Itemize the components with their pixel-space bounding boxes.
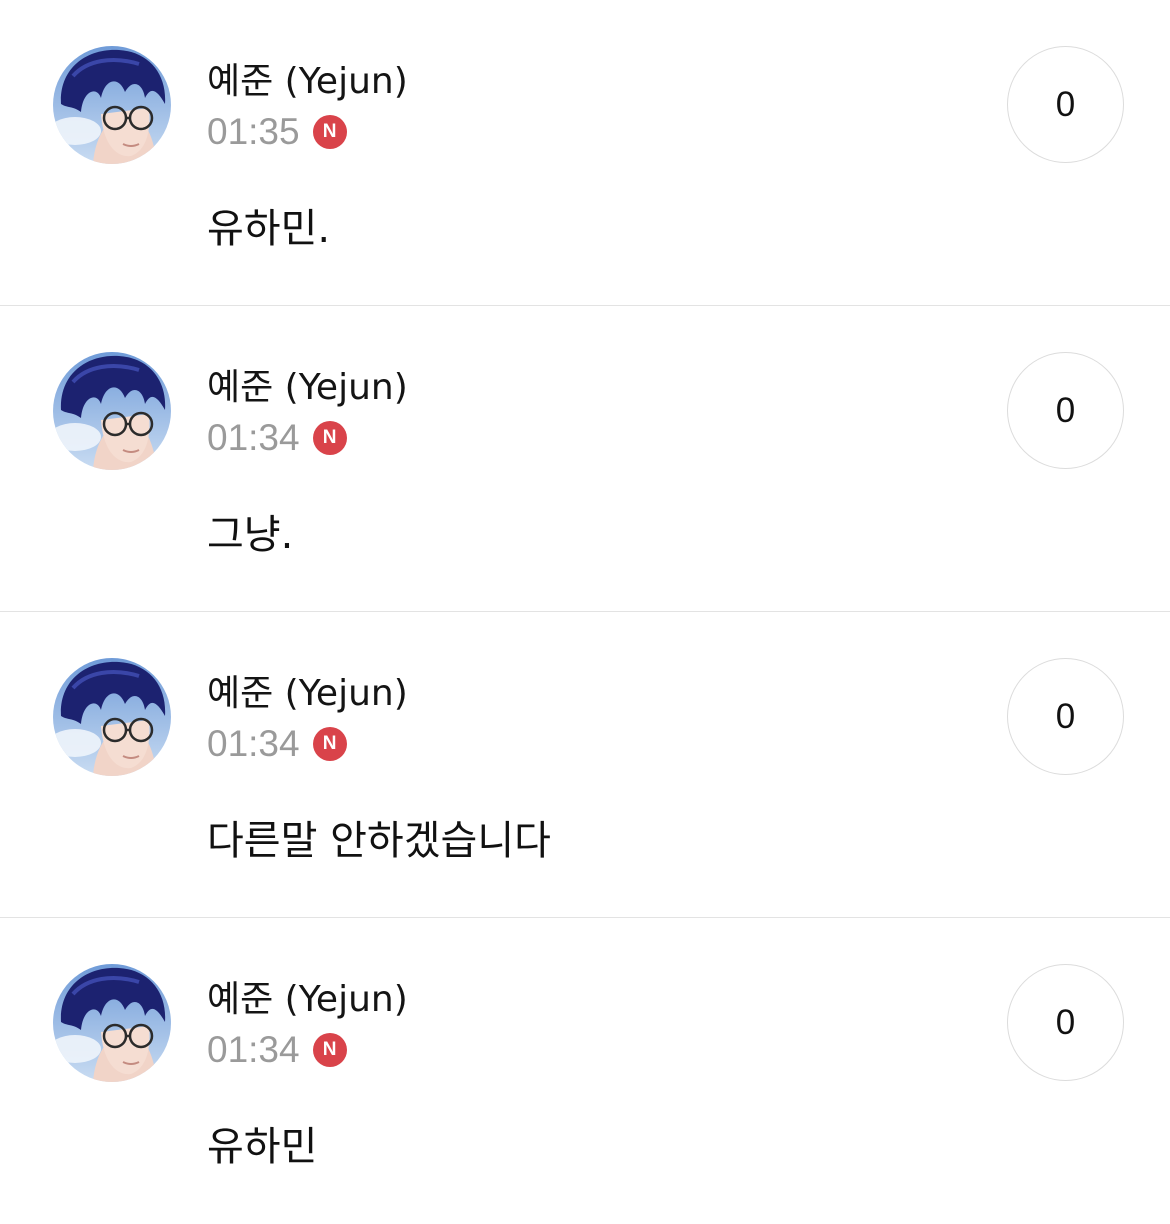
count-button[interactable]: 0 <box>1007 352 1124 469</box>
post-meta: 01:34 N <box>207 722 347 766</box>
avatar-image <box>53 352 171 470</box>
avatar-image <box>53 46 171 164</box>
count-button[interactable]: 0 <box>1007 46 1124 163</box>
message-text: 유하민 <box>207 1124 318 1170</box>
post-time: 01:35 <box>207 111 300 152</box>
post-meta: 01:35 N <box>207 110 347 154</box>
new-badge-icon: N <box>312 1033 347 1067</box>
post-time: 01:34 <box>207 1029 300 1070</box>
message-text: 그냥. <box>207 512 294 558</box>
post-feed: 예준 (Yejun) 01:35 N 유하민. 0 예준 (Yejun) 01:… <box>0 0 1170 1211</box>
new-badge-icon: N <box>312 727 347 761</box>
avatar[interactable] <box>53 352 171 470</box>
count-button[interactable]: 0 <box>1007 658 1124 775</box>
author-name: 예준 (Yejun) <box>207 61 408 102</box>
avatar[interactable] <box>53 658 171 776</box>
post-item[interactable]: 예준 (Yejun) 01:34 N 그냥. 0 <box>0 306 1170 612</box>
message-text: 다른말 안하겠습니다 <box>207 818 551 864</box>
avatar-image <box>53 658 171 776</box>
post-time: 01:34 <box>207 417 300 458</box>
post-time: 01:34 <box>207 723 300 764</box>
author-name: 예준 (Yejun) <box>207 673 408 714</box>
author-name: 예준 (Yejun) <box>207 979 408 1020</box>
author-name: 예준 (Yejun) <box>207 367 408 408</box>
post-meta: 01:34 N <box>207 1028 347 1072</box>
avatar[interactable] <box>53 964 171 1082</box>
post-meta: 01:34 N <box>207 416 347 460</box>
post-item[interactable]: 예준 (Yejun) 01:35 N 유하민. 0 <box>0 0 1170 306</box>
new-badge-icon: N <box>312 115 347 149</box>
post-item[interactable]: 예준 (Yejun) 01:34 N 다른말 안하겠습니다 0 <box>0 612 1170 918</box>
count-button[interactable]: 0 <box>1007 964 1124 1081</box>
avatar-image <box>53 964 171 1082</box>
post-item[interactable]: 예준 (Yejun) 01:34 N 유하민 0 <box>0 918 1170 1224</box>
new-badge-icon: N <box>312 421 347 455</box>
avatar[interactable] <box>53 46 171 164</box>
message-text: 유하민. <box>207 206 331 252</box>
